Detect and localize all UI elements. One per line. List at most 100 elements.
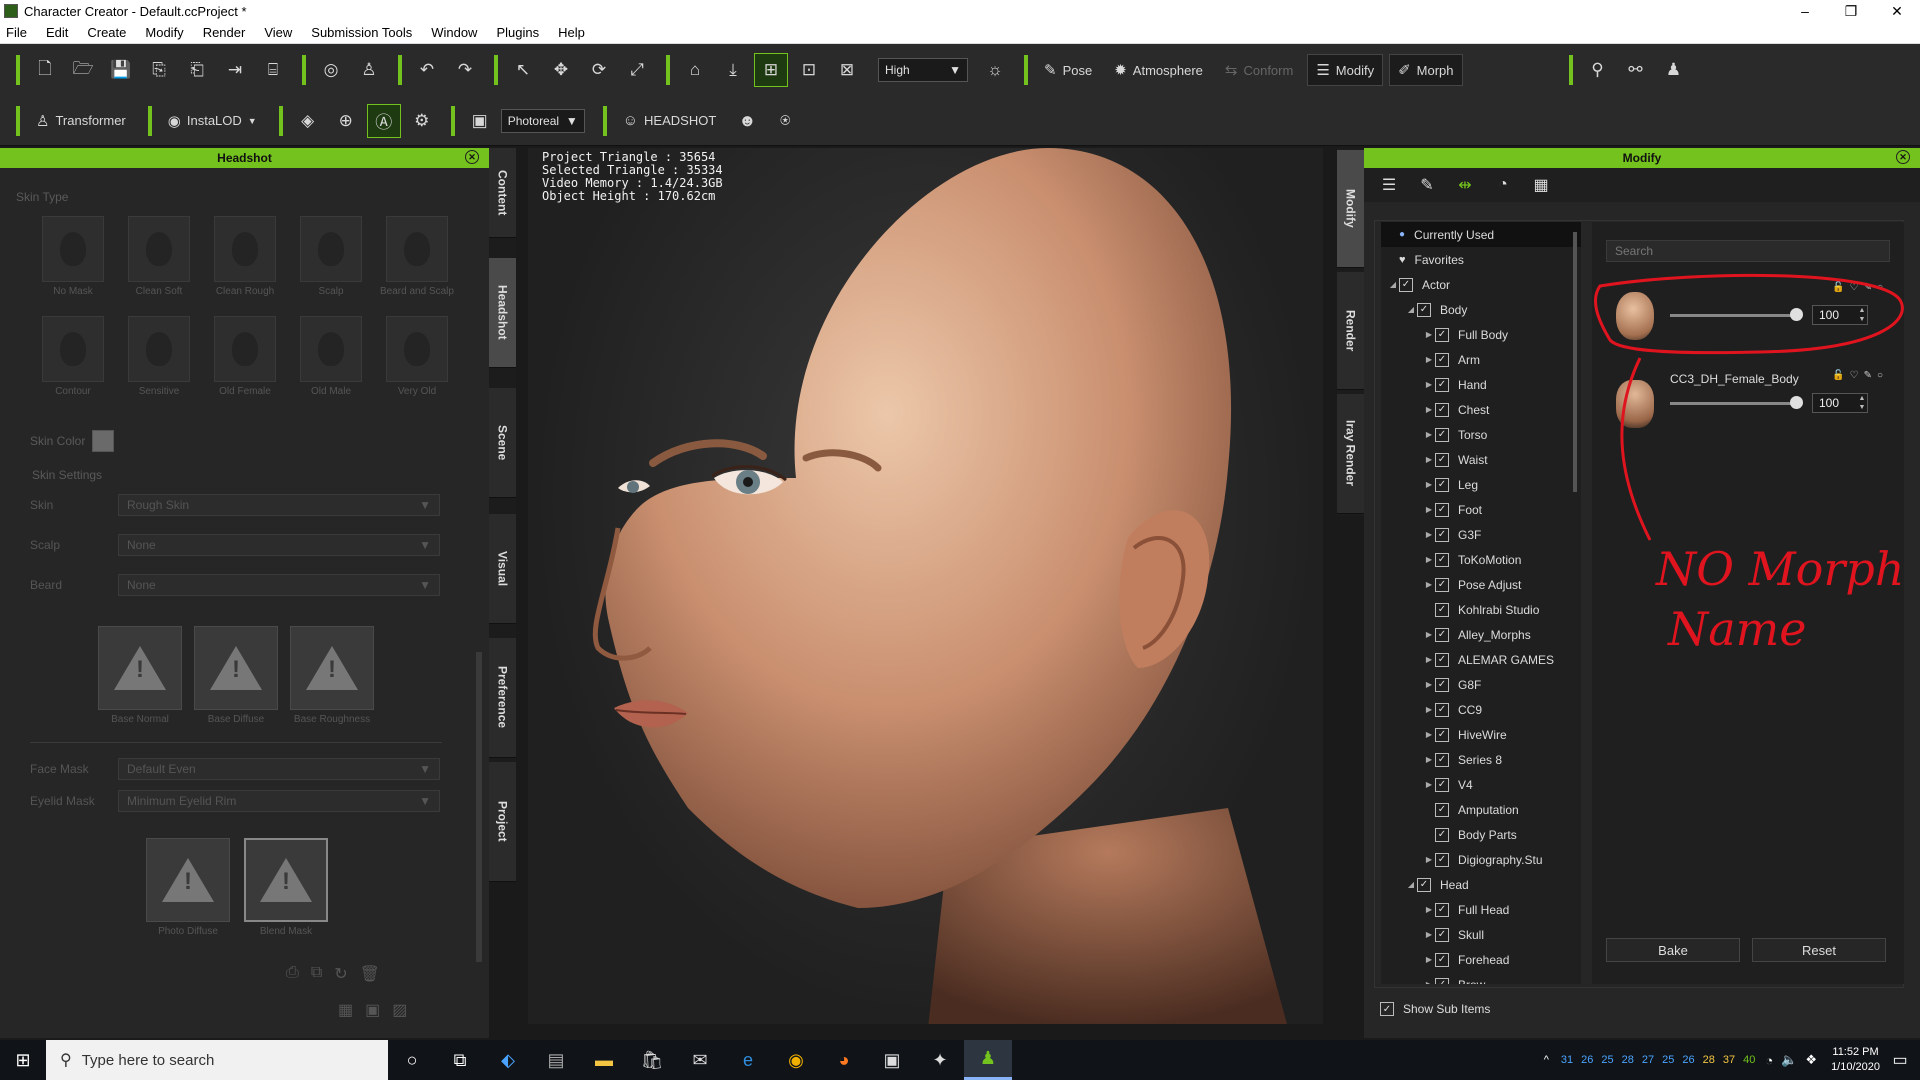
skin-type-item[interactable]: Contour bbox=[30, 316, 116, 410]
skin-dropdown[interactable]: Rough Skin ▼ bbox=[118, 494, 440, 516]
tree-item[interactable]: ▶ ✓ Full Body bbox=[1381, 322, 1581, 347]
checkbox-icon[interactable]: ✓ bbox=[1380, 1002, 1394, 1016]
task-view-icon[interactable]: ⧉ bbox=[436, 1040, 484, 1080]
checkbox-icon[interactable]: ✓ bbox=[1435, 502, 1449, 517]
refresh-icon[interactable]: ↻ bbox=[334, 964, 347, 984]
menu-window[interactable]: Window bbox=[431, 25, 477, 40]
menu-file[interactable]: File bbox=[6, 25, 27, 40]
tray-readout[interactable]: 25 bbox=[1662, 1054, 1674, 1066]
tab-iray-render[interactable]: Iray Render bbox=[1337, 394, 1364, 514]
store-icon[interactable]: 🛍 bbox=[628, 1040, 676, 1080]
import-icon[interactable]: ⎘ bbox=[142, 53, 176, 87]
smart-icon[interactable]: Ⓐ bbox=[366, 103, 401, 138]
tree-item[interactable]: ▶ ✓ Full Head bbox=[1381, 897, 1581, 922]
expand-arrow-icon[interactable]: ▶ bbox=[1423, 755, 1435, 764]
menu-render[interactable]: Render bbox=[203, 25, 246, 40]
close-icon[interactable]: ✕ bbox=[1896, 150, 1910, 164]
expand-arrow-icon[interactable]: ▶ bbox=[1423, 705, 1435, 714]
checkbox-icon[interactable]: ✓ bbox=[1435, 477, 1449, 492]
tree-item[interactable]: ▶ ✓ Forehead bbox=[1381, 947, 1581, 972]
show-sub-items[interactable]: ✓ Show Sub Items bbox=[1380, 1002, 1490, 1016]
tray-readout[interactable]: 25 bbox=[1601, 1054, 1613, 1066]
checkbox-icon[interactable]: ✓ bbox=[1435, 677, 1449, 692]
tray-readout[interactable]: 40 bbox=[1743, 1054, 1755, 1066]
volume-icon[interactable]: 🔈 bbox=[1781, 1052, 1797, 1068]
chrome-icon[interactable]: ◉ bbox=[772, 1040, 820, 1080]
expand-arrow-icon[interactable]: ▶ bbox=[1423, 680, 1435, 689]
lock-icon[interactable]: 🔓 bbox=[1832, 282, 1849, 293]
zoom-extent-icon[interactable]: ⊠ bbox=[830, 53, 864, 87]
tab-render[interactable]: Render bbox=[1337, 272, 1364, 390]
expand-arrow-icon[interactable]: ▶ bbox=[1423, 530, 1435, 539]
checkbox-icon[interactable]: ✓ bbox=[1435, 927, 1449, 942]
lock-icon[interactable]: 🔓 bbox=[1832, 370, 1849, 381]
base-roughness-slot[interactable]: Base Roughness bbox=[290, 626, 374, 725]
close-button[interactable]: ✕ bbox=[1874, 3, 1920, 20]
tree-item[interactable]: ▶ ✓ Digiography.Stu bbox=[1381, 847, 1581, 872]
menu-help[interactable]: Help bbox=[558, 25, 585, 40]
expand-arrow-icon[interactable]: ▶ bbox=[1423, 980, 1435, 984]
checkbox-icon[interactable]: ✓ bbox=[1435, 627, 1449, 642]
stepper-icon[interactable]: ▲ ▼ bbox=[1857, 306, 1867, 324]
expand-arrow-icon[interactable]: ▶ bbox=[1423, 930, 1435, 939]
checkbox-icon[interactable]: ✓ bbox=[1399, 277, 1413, 292]
cortana-icon[interactable]: ○ bbox=[388, 1040, 436, 1080]
bone-icon[interactable]: ⚲ bbox=[1581, 53, 1615, 87]
expand-arrow-icon[interactable]: ▶ bbox=[1423, 455, 1435, 464]
edit-icon[interactable]: ✎ bbox=[1864, 282, 1877, 293]
modify-button[interactable]: ☰ Modify bbox=[1307, 54, 1384, 86]
checkbox-icon[interactable]: ✓ bbox=[1435, 952, 1449, 967]
tree-item[interactable]: ▶ ✓ Hand bbox=[1381, 372, 1581, 397]
checkbox-icon[interactable]: ✓ bbox=[1435, 777, 1449, 792]
file-explorer-icon[interactable]: ▬ bbox=[580, 1040, 628, 1080]
skin-color-swatch[interactable] bbox=[92, 430, 114, 452]
chevron-up-icon[interactable]: ^ bbox=[1544, 1054, 1549, 1066]
tree-item[interactable]: ✓ Kohlrabi Studio bbox=[1381, 597, 1581, 622]
reset-button[interactable]: Reset bbox=[1752, 938, 1886, 962]
close-icon[interactable]: ✕ bbox=[465, 150, 479, 164]
face-icon[interactable]: ☻ bbox=[730, 104, 764, 138]
app-icon[interactable]: ⬖ bbox=[484, 1040, 532, 1080]
home-camera-icon[interactable]: ⌂ bbox=[678, 53, 712, 87]
body-icon[interactable]: ♟ bbox=[1657, 53, 1691, 87]
tab-preference[interactable]: Preference bbox=[489, 638, 516, 758]
skin-type-item[interactable]: Sensitive bbox=[116, 316, 202, 410]
dropbox-icon[interactable]: ❖ bbox=[1805, 1052, 1817, 1068]
tree-item[interactable]: ▶ ✓ Torso bbox=[1381, 422, 1581, 447]
scrollbar[interactable] bbox=[476, 652, 482, 962]
expand-arrow-icon[interactable]: ▶ bbox=[1423, 630, 1435, 639]
pick-icon[interactable]: ⚯ bbox=[1619, 53, 1653, 87]
move-icon[interactable]: ✥ bbox=[544, 53, 578, 87]
skin-type-item[interactable]: Clean Soft bbox=[116, 216, 202, 310]
expand-arrow-icon[interactable]: ▶ bbox=[1423, 780, 1435, 789]
tray-readout[interactable]: 31 bbox=[1561, 1054, 1573, 1066]
scalp-dropdown[interactable]: None ▼ bbox=[118, 534, 440, 556]
tree-item[interactable]: ▶ ✓ ALEMAR GAMES bbox=[1381, 647, 1581, 672]
tray-readout[interactable]: 26 bbox=[1682, 1054, 1694, 1066]
checkbox-icon[interactable]: ✓ bbox=[1435, 552, 1449, 567]
face-mask-dropdown[interactable]: Default Even ▼ bbox=[118, 758, 440, 780]
blend-mask-slot[interactable]: Blend Mask bbox=[244, 838, 328, 937]
morph-slider[interactable] bbox=[1670, 402, 1798, 405]
light-icon[interactable]: ☼ bbox=[978, 53, 1012, 87]
expand-arrow-icon[interactable]: ▶ bbox=[1423, 905, 1435, 914]
tree-item[interactable]: ▶ ✓ Alley_Morphs bbox=[1381, 622, 1581, 647]
checkbox-icon[interactable]: ✓ bbox=[1435, 652, 1449, 667]
tree-item[interactable]: ▶ ✓ Series 8 bbox=[1381, 747, 1581, 772]
conform-button[interactable]: ⇆ Conform bbox=[1217, 54, 1301, 86]
eyelid-mask-dropdown[interactable]: Minimum Eyelid Rim ▼ bbox=[118, 790, 440, 812]
new-file-icon[interactable]: 🗋 bbox=[28, 53, 62, 87]
maximize-button[interactable]: ❐ bbox=[1828, 3, 1874, 20]
expand-arrow-icon[interactable]: ▶ bbox=[1423, 955, 1435, 964]
instalod-button[interactable]: ◉ InstaLOD ▼ bbox=[160, 105, 265, 137]
expand-arrow-icon[interactable]: ▶ bbox=[1423, 405, 1435, 414]
tree-item[interactable]: ▶ ✓ ToKoMotion bbox=[1381, 547, 1581, 572]
app-icon[interactable]: ✦ bbox=[916, 1040, 964, 1080]
reset-dot-icon[interactable]: ○ bbox=[1877, 370, 1888, 381]
windows-start-icon[interactable]: ⊞ bbox=[0, 1050, 46, 1071]
reset-dot-icon[interactable]: ○ bbox=[1877, 282, 1888, 293]
clock[interactable]: 11:52 PM 1/10/2020 bbox=[1831, 1045, 1880, 1075]
checkbox-icon[interactable]: ✓ bbox=[1435, 702, 1449, 717]
tab-modify[interactable]: Modify bbox=[1337, 150, 1364, 268]
expand-arrow-icon[interactable]: ▶ bbox=[1423, 505, 1435, 514]
